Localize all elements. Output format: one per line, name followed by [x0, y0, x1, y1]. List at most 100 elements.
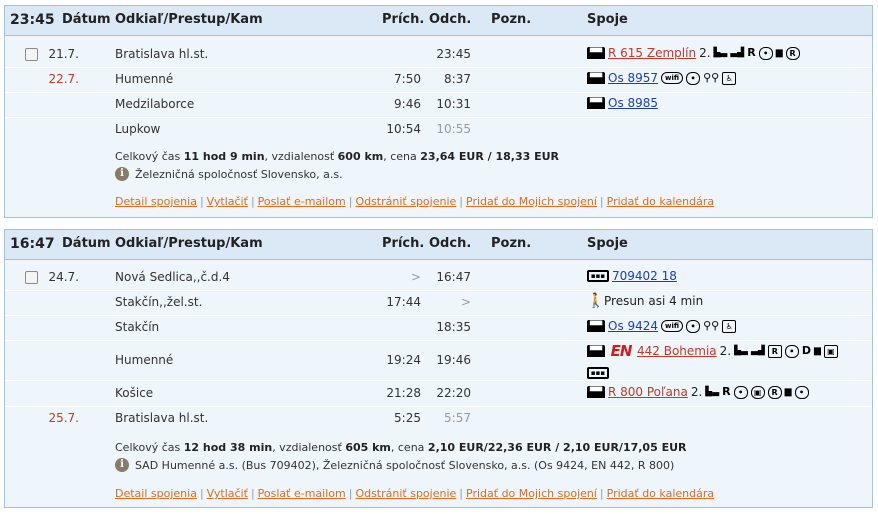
table-row: 24.7. Nová Sedlica,,č.d.4 > 16:47 ▪▪▪ 70…	[5, 265, 872, 291]
table-row: 25.7. Bratislava hl.st. 5:25 5:57	[5, 406, 872, 431]
col-services: Spoje	[587, 12, 628, 27]
total-duration: 11 hod 9 min	[183, 150, 265, 163]
col-note: Pozn.	[491, 12, 532, 27]
station-name: Bratislava hl.st.	[115, 411, 209, 425]
email-link[interactable]: Poslať e-mailom	[258, 487, 346, 500]
departure-value: 18:35	[436, 320, 471, 334]
col-departure: Odch.	[429, 236, 472, 251]
wheelchair-icon: ♿	[722, 319, 737, 333]
train-icon: ▀▀	[587, 72, 605, 84]
carrier-info: i Železničná spoločnosť Slovensko, a.s.	[115, 167, 343, 181]
table-row: Stakčín,,žel.st. 17:44 > 🚶 Presun asi 4 …	[5, 290, 872, 316]
table-row: 21.7. Bratislava hl.st. 23:45 ▀▀ R 615 Z…	[5, 42, 872, 68]
departure-value: 16:47	[436, 270, 471, 284]
separator: |	[599, 195, 604, 208]
arrival-value: 19:24	[386, 353, 421, 367]
bus-link[interactable]: 709402 18	[612, 269, 677, 283]
services: ▀▀ Os 8957 wifi • ⚲⚲ ♿	[587, 71, 737, 85]
separator: |	[250, 195, 255, 208]
train-link[interactable]: Os 8957	[608, 71, 658, 85]
summary-prefix: Celkový čas	[115, 441, 184, 454]
train-link[interactable]: Os 8985	[608, 96, 658, 110]
info-service-icon: •	[794, 385, 809, 399]
services: ▀▀ EN 442 Bohemia 2. ▙▃ ▃▟ R • D ▆ ▣	[587, 344, 838, 359]
reservation-icon: R	[722, 385, 731, 398]
total-duration: 12 hod 38 min	[183, 441, 273, 454]
save-link[interactable]: Pridať do Mojich spojení	[466, 195, 597, 208]
remove-link[interactable]: Odstrániť spojenie	[355, 487, 456, 500]
table-row: Humenné 19:24 19:46 ▀▀ EN 442 Bohemia 2.…	[5, 340, 872, 381]
print-link[interactable]: Vytlačiť	[207, 487, 248, 500]
bicycle-icon: ⚲⚲	[703, 71, 720, 84]
print-link[interactable]: Vytlačiť	[207, 195, 248, 208]
separator: |	[250, 487, 255, 500]
couchette-icon: ▃▟	[730, 48, 745, 58]
station-name: Bratislava hl.st.	[115, 47, 209, 61]
col-arrival: Prích.	[382, 12, 425, 27]
train-link[interactable]: R 615 Zemplín	[608, 46, 696, 60]
arrival-value: 17:44	[386, 295, 421, 309]
reservation-icon: R	[767, 344, 782, 358]
arrival-value: 5:25	[394, 411, 421, 425]
station-name: Lupkow	[115, 122, 161, 136]
table-row: Medzilaborce 9:46 10:31 ▀▀ Os 8985	[5, 92, 872, 118]
col-departure: Odch.	[429, 12, 472, 27]
train-link[interactable]: R 800 Poľana	[608, 385, 688, 399]
train-link[interactable]: 442 Bohemia	[637, 344, 717, 358]
info-icon: i	[115, 458, 129, 472]
car-transport-icon: ▆	[813, 346, 821, 356]
train-icon: ▀▀	[587, 386, 605, 398]
separator: |	[599, 487, 604, 500]
arrival-value: >	[410, 270, 421, 284]
reservation-required-icon: •	[758, 46, 773, 60]
row-date: 22.7.	[48, 72, 79, 86]
arrival-value: 9:46	[394, 97, 421, 111]
train-icon: ▀▀	[587, 97, 605, 109]
table-row: Košice 21:28 22:20 ▀▀ R 800 Poľana 2. ▙▃…	[5, 381, 872, 407]
table-row: 22.7. Humenné 7:50 8:37 ▀▀ Os 8957 wifi …	[5, 67, 872, 93]
reservation-required-icon: •	[686, 71, 701, 85]
save-link[interactable]: Pridať do Mojich spojení	[466, 487, 597, 500]
connection-header: 23:45 Dátum Odkiaľ/Prestup/Kam Prích. Od…	[5, 6, 872, 36]
carrier-info: i SAD Humenné a.s. (Bus 709402), Železni…	[115, 458, 674, 472]
bus-icon: ▪▪▪	[587, 270, 609, 282]
total-price: 23,64 EUR / 18,33 EUR	[420, 150, 560, 163]
calendar-link[interactable]: Pridať do kalendára	[607, 195, 714, 208]
action-links: Detail spojenia | Vytlačiť | Poslať e-mailom…	[115, 195, 714, 208]
detail-link[interactable]: Detail spojenia	[115, 487, 197, 500]
carrier-text: SAD Humenné a.s. (Bus 709402), Železničn…	[135, 458, 675, 472]
departure-time: 23:45	[10, 12, 55, 28]
services: ▪▪▪ 709402 18	[587, 269, 677, 283]
station-name: Košice	[115, 386, 154, 400]
train-link[interactable]: Os 9424	[608, 319, 658, 333]
table-row: Lupkow 10:54 10:55	[5, 117, 872, 142]
departure-value: 19:46	[436, 353, 471, 367]
connection-card-1: 23:45 Dátum Odkiaľ/Prestup/Kam Prích. Od…	[4, 5, 873, 218]
carrier-text: Železničná spoločnosť Slovensko, a.s.	[135, 167, 343, 181]
email-link[interactable]: Poslať e-mailom	[258, 195, 346, 208]
departure-value: >	[460, 295, 471, 309]
col-route: Odkiaľ/Prestup/Kam	[115, 12, 263, 27]
summary-distance-label: , vzdialenosť	[272, 441, 346, 454]
departure-value: 10:31	[436, 97, 471, 111]
connection-header: 16:47 Dátum Odkiaľ/Prestup/Kam Prích. Od…	[5, 230, 872, 260]
departure-value: 8:37	[444, 72, 471, 86]
reservation-required-icon: •	[686, 319, 701, 333]
bus-icon: ▪▪▪	[587, 367, 609, 379]
car-transport-icon: ▆	[775, 48, 783, 58]
bistro-icon: ▣	[823, 344, 838, 358]
departure-value: 10:55	[436, 122, 471, 136]
sleeper-icon: ▙▃	[705, 387, 720, 397]
separator: |	[459, 487, 464, 500]
summary-prefix: Celkový čas	[115, 150, 184, 163]
restaurant-icon: ▣	[750, 385, 765, 399]
wifi-icon: wifi	[661, 72, 684, 84]
station-name: Humenné	[115, 72, 174, 86]
remove-link[interactable]: Odstrániť spojenie	[355, 195, 456, 208]
calendar-link[interactable]: Pridať do kalendára	[607, 487, 714, 500]
summary-distance-label: , vzdialenosť	[264, 150, 338, 163]
row-date: 21.7.	[48, 47, 79, 61]
separator: |	[348, 487, 353, 500]
detail-link[interactable]: Detail spojenia	[115, 195, 197, 208]
train-icon: ▀▀	[587, 47, 605, 59]
